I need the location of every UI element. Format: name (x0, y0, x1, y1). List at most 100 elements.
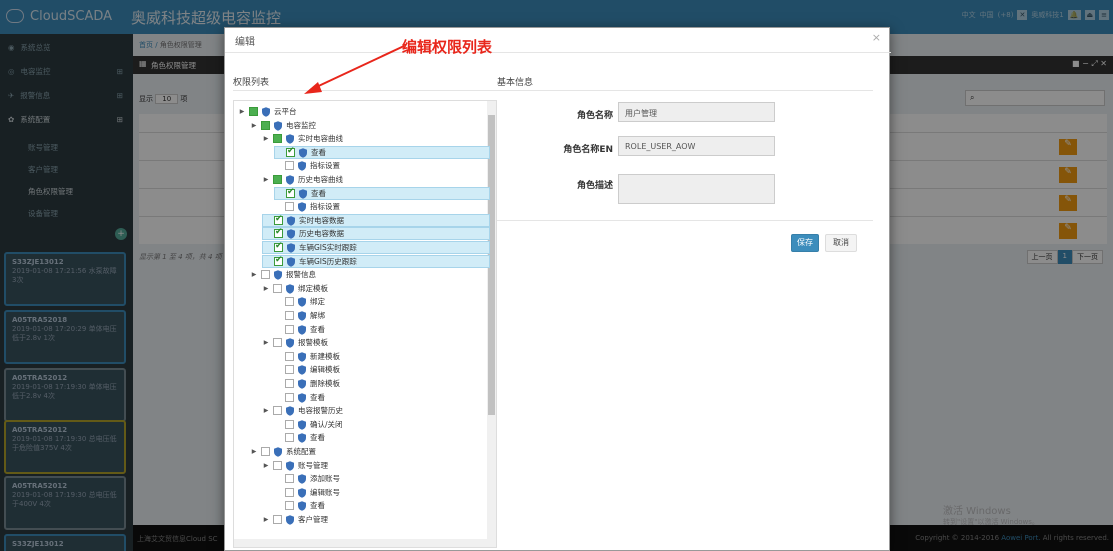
tree-node[interactable]: ▲ 云平台 (238, 105, 297, 118)
tree-checkbox[interactable] (285, 433, 294, 443)
tree-node[interactable]: 车辆GIS实时跟踪 (262, 241, 490, 254)
tree-node[interactable]: 指标设置 (274, 159, 340, 172)
tree-node[interactable]: ▲ 电容监控 (250, 119, 316, 132)
tree-node[interactable]: ▲ 报警模板 (262, 336, 328, 349)
expand-toggle-icon[interactable]: ▲ (263, 461, 270, 469)
shield-icon (298, 379, 306, 389)
tree-checkbox[interactable] (285, 161, 294, 171)
tree-checkbox[interactable] (274, 227, 283, 239)
tree-node[interactable]: ▲ 账号管理 (262, 459, 328, 472)
tree-node[interactable]: 查看 (274, 499, 325, 512)
tree-checkbox[interactable] (285, 311, 294, 320)
tree-node[interactable]: 添加账号 (274, 472, 340, 485)
tree-node-label: 车辆GIS实时跟踪 (299, 243, 357, 252)
expand-toggle-icon[interactable]: ▲ (263, 339, 270, 347)
tree-checkbox[interactable] (273, 134, 282, 144)
tree-node[interactable]: 查看 (274, 186, 490, 200)
shield-icon (287, 229, 295, 240)
tree-checkbox[interactable] (273, 406, 282, 416)
tree-horizontal-scrollbar[interactable] (234, 539, 489, 547)
tree-node[interactable]: ▲ 绑定模板 (262, 282, 328, 295)
tree-node[interactable]: 车辆GIS历史跟踪 (262, 254, 490, 268)
tree-node[interactable]: ▲ 实时电容曲线 (262, 132, 343, 145)
tree-node-label: 查看 (310, 324, 325, 334)
close-icon[interactable]: × (872, 31, 881, 44)
expand-toggle-icon[interactable]: ▲ (251, 271, 258, 279)
tree-checkbox[interactable] (285, 487, 294, 497)
save-button[interactable]: 保存 (791, 234, 819, 252)
tree-node[interactable]: ▲ 电容报警历史 (262, 404, 343, 417)
tree-checkbox[interactable] (285, 365, 294, 375)
tree-node[interactable]: ▲ 客户管理 (262, 513, 328, 526)
shield-icon (298, 433, 306, 444)
expand-toggle-icon[interactable]: ▲ (251, 121, 258, 129)
tree-checkbox[interactable] (285, 474, 294, 484)
tree-checkbox[interactable] (286, 187, 295, 198)
tree-checkbox[interactable] (285, 501, 294, 511)
tree-node[interactable]: 查看 (274, 145, 490, 159)
tree-node-label: 历史电容曲线 (298, 175, 343, 184)
tree-node[interactable]: ▲ 系统配置 (250, 445, 316, 458)
expand-toggle-icon[interactable]: ▲ (251, 448, 258, 456)
tree-node[interactable]: 绑定 (274, 295, 325, 308)
tree-node[interactable]: 实时电容数据 (262, 213, 490, 227)
tree-node[interactable]: 查看 (274, 431, 325, 444)
tree-checkbox[interactable] (285, 379, 294, 388)
tree-node-label: 历史电容数据 (299, 229, 344, 239)
tree-checkbox[interactable] (273, 338, 282, 348)
tree-checkbox[interactable] (285, 202, 294, 212)
tree-node[interactable]: 删除模板 (274, 377, 340, 390)
tree-node[interactable]: 查看 (274, 391, 325, 404)
shield-icon (298, 324, 306, 335)
tree-node[interactable]: ▲ 历史电容曲线 (262, 173, 343, 186)
tree-checkbox[interactable] (273, 515, 282, 524)
tree-checkbox[interactable] (285, 351, 294, 361)
tree-checkbox[interactable] (261, 447, 270, 456)
tree-checkbox[interactable] (274, 241, 283, 252)
tree-node[interactable]: 指标设置 (274, 200, 340, 213)
shield-icon (298, 365, 306, 376)
expand-toggle-icon[interactable]: ▲ (263, 516, 270, 524)
tree-checkbox[interactable] (273, 283, 282, 293)
tree-scrollbar[interactable] (487, 101, 496, 547)
tree-checkbox[interactable] (261, 270, 270, 280)
role-desc-textarea[interactable] (618, 174, 775, 204)
shield-icon (287, 215, 295, 226)
shield-icon (286, 338, 294, 348)
tree-node[interactable]: 历史电容数据 (262, 227, 490, 241)
tree-checkbox[interactable] (273, 175, 282, 184)
tree-checkbox[interactable] (285, 419, 294, 429)
tree-checkbox[interactable] (249, 107, 258, 116)
tree-node-label: 新建模板 (310, 351, 340, 361)
cancel-button[interactable]: 取消 (825, 234, 857, 252)
role-name-field[interactable]: 用户管理 (618, 102, 775, 122)
shield-icon (286, 134, 294, 144)
tree-checkbox[interactable] (274, 214, 283, 225)
tree-checkbox[interactable] (261, 120, 270, 130)
shield-icon (298, 392, 306, 403)
tree-checkbox[interactable] (285, 297, 294, 307)
tree-checkbox[interactable] (285, 392, 294, 402)
tree-node[interactable]: 确认/关闭 (274, 418, 343, 431)
tree-node[interactable]: 查看 (274, 323, 325, 336)
expand-toggle-icon[interactable]: ▲ (239, 108, 246, 116)
role-name-en-field[interactable]: ROLE_USER_AOW (618, 136, 775, 156)
shield-icon (298, 297, 306, 308)
expand-toggle-icon[interactable]: ▲ (263, 284, 270, 292)
expand-toggle-icon[interactable]: ▲ (263, 135, 270, 143)
tree-node[interactable]: 编辑模板 (274, 363, 340, 376)
tree-checkbox[interactable] (274, 255, 283, 266)
tree-node-label: 电容监控 (286, 120, 316, 130)
tree-checkbox[interactable] (285, 324, 294, 334)
role-name-en-label: 角色名称EN (563, 145, 613, 155)
tree-node[interactable]: 新建模板 (274, 350, 340, 363)
tree-node-label: 编辑账号 (310, 487, 340, 497)
expand-toggle-icon[interactable]: ▲ (263, 176, 270, 184)
tree-checkbox[interactable] (273, 460, 282, 470)
tree-node-label: 云平台 (274, 107, 297, 116)
expand-toggle-icon[interactable]: ▲ (263, 407, 270, 415)
tree-node[interactable]: ▲ 报警信息 (250, 268, 316, 281)
tree-checkbox[interactable] (286, 146, 295, 157)
tree-node[interactable]: 解绑 (274, 309, 325, 322)
tree-node[interactable]: 编辑账号 (274, 486, 340, 499)
